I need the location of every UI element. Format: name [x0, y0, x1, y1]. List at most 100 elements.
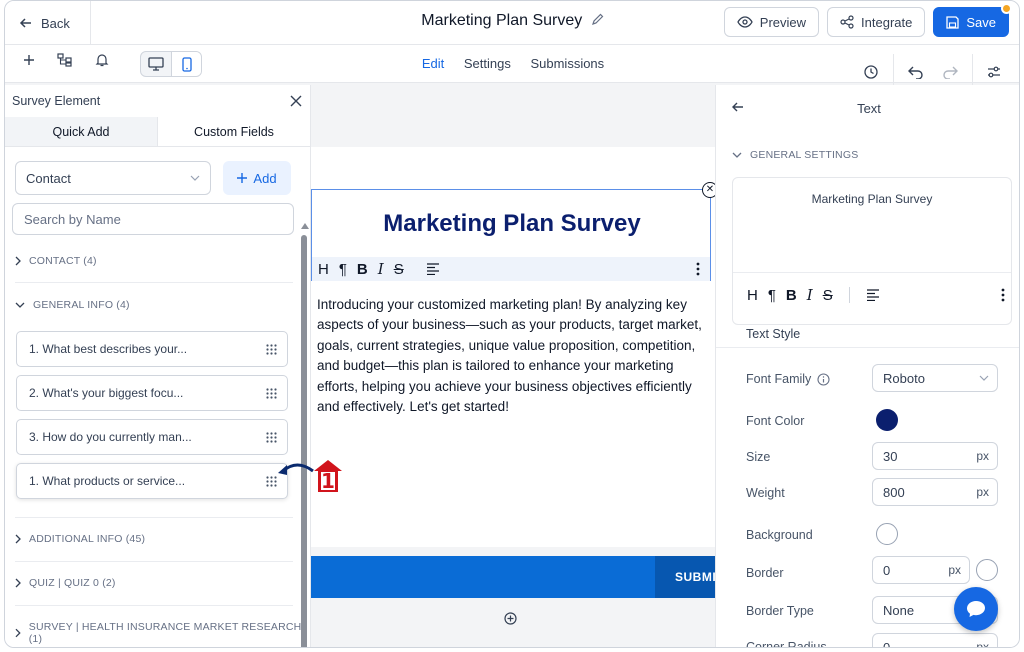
preview-button[interactable]: Preview: [723, 7, 820, 37]
integrate-button[interactable]: Integrate: [827, 7, 926, 37]
list-item[interactable]: 2. What's your biggest focu...: [16, 375, 288, 411]
font-family-select[interactable]: Roboto: [872, 364, 998, 392]
inline-format-toolbar: H ¶ B I S: [312, 257, 710, 281]
group-survey-health-insurance[interactable]: SURVEY | HEALTH INSURANCE MARKET RESEARC…: [15, 621, 305, 645]
form-canvas: Marketing Plan Survey H ¶ B I S ✕ Introd…: [311, 85, 715, 647]
chat-button[interactable]: [954, 587, 998, 631]
tab-submissions[interactable]: Submissions: [530, 56, 604, 71]
more-vertical-icon[interactable]: [1001, 288, 1005, 302]
tab-settings[interactable]: Settings: [464, 56, 511, 71]
close-icon[interactable]: [290, 95, 302, 107]
undo-icon[interactable]: [908, 65, 924, 79]
save-label: Save: [966, 14, 996, 30]
list-item[interactable]: 3. How do you currently man...: [16, 419, 288, 455]
plus-icon[interactable]: [23, 54, 35, 66]
add-field-button[interactable]: Add: [223, 161, 291, 195]
list-item[interactable]: 1. What best describes your...: [16, 331, 288, 367]
drag-handle-icon[interactable]: [266, 387, 277, 399]
page-title[interactable]: Marketing Plan Survey: [421, 12, 582, 29]
sliders-icon[interactable]: [987, 66, 1001, 78]
paragraph-button[interactable]: ¶: [768, 287, 776, 304]
bold-button[interactable]: B: [357, 261, 368, 278]
field-type-select[interactable]: Contact: [15, 161, 211, 195]
text-editor[interactable]: Marketing Plan Survey H ¶ B I S: [732, 177, 1012, 325]
corner-radius-input[interactable]: 0 px: [872, 633, 998, 648]
group-label: SURVEY | HEALTH INSURANCE MARKET RESEARC…: [28, 621, 302, 645]
strikethrough-button[interactable]: S: [823, 287, 833, 304]
weight-input[interactable]: 800 px: [872, 478, 998, 506]
border-label: Border: [746, 566, 784, 580]
layers-icon[interactable]: [57, 53, 73, 67]
history-icon[interactable]: [863, 64, 879, 80]
back-button[interactable]: Back: [5, 1, 91, 45]
strikethrough-button[interactable]: S: [394, 261, 404, 278]
tab-quick-add[interactable]: Quick Add: [5, 117, 157, 146]
title-text-element[interactable]: Marketing Plan Survey H ¶ B I S: [311, 189, 711, 281]
border-type-label: Border Type: [746, 604, 814, 618]
align-left-icon[interactable]: [426, 263, 440, 275]
general-settings-toggle[interactable]: GENERAL SETTINGS: [732, 149, 858, 161]
bell-icon[interactable]: [95, 53, 109, 67]
text-style-heading: Text Style: [746, 327, 801, 341]
italic-button[interactable]: I: [807, 286, 813, 304]
font-color-swatch[interactable]: [876, 409, 898, 431]
italic-button[interactable]: I: [378, 260, 384, 278]
annotation-badge: 1: [313, 459, 343, 493]
background-color-swatch[interactable]: [876, 523, 898, 545]
editor-content[interactable]: Marketing Plan Survey: [733, 192, 1011, 206]
chevron-down-icon: [979, 375, 989, 381]
add-row-icon[interactable]: [504, 612, 517, 625]
scrollbar-thumb[interactable]: [301, 235, 307, 647]
size-input[interactable]: 30 px: [872, 442, 998, 470]
background-label: Background: [746, 528, 813, 542]
chevron-down-icon: [732, 152, 742, 158]
remove-element-icon[interactable]: ✕: [702, 182, 715, 198]
chevron-right-icon: [15, 256, 21, 266]
tab-custom-fields[interactable]: Custom Fields: [157, 117, 310, 146]
group-quiz[interactable]: QUIZ | QUIZ 0 (2): [15, 577, 116, 589]
integrate-label: Integrate: [861, 14, 913, 30]
drag-handle-icon[interactable]: [266, 343, 277, 355]
search-input[interactable]: [12, 203, 294, 235]
chevron-right-icon: [15, 628, 21, 638]
paragraph-button[interactable]: ¶: [339, 261, 347, 278]
group-label: GENERAL INFO (4): [33, 299, 130, 311]
info-icon[interactable]: [817, 372, 830, 386]
tab-edit[interactable]: Edit: [422, 56, 444, 71]
arrow-left-icon: [19, 18, 31, 28]
list-item[interactable]: 1. What products or service...: [16, 463, 288, 499]
group-label: QUIZ | QUIZ 0 (2): [29, 577, 116, 589]
pencil-icon[interactable]: [591, 12, 605, 26]
more-vertical-icon[interactable]: [696, 262, 700, 276]
save-button[interactable]: Save: [933, 3, 1012, 37]
section-label: GENERAL SETTINGS: [750, 149, 859, 161]
border-input[interactable]: 0 px: [872, 556, 970, 584]
editor-format-toolbar: H ¶ B I S: [747, 286, 1005, 304]
weight-value: 800: [883, 484, 905, 500]
border-color-swatch[interactable]: [976, 559, 998, 581]
intro-paragraph[interactable]: Introducing your customized marketing pl…: [317, 295, 709, 417]
monitor-icon: [148, 57, 164, 71]
properties-panel: Text GENERAL SETTINGS Marketing Plan Sur…: [715, 85, 1019, 648]
unit-label: px: [948, 563, 961, 577]
scroll-up-arrow[interactable]: [301, 223, 309, 229]
notification-dot: [1001, 3, 1012, 14]
panel-title: Survey Element: [12, 94, 101, 108]
corner-radius-value: 0: [883, 639, 891, 648]
group-general-info[interactable]: GENERAL INFO (4): [15, 299, 130, 311]
group-contact[interactable]: CONTACT (4): [15, 255, 97, 267]
chevron-down-icon: [15, 302, 25, 308]
redo-icon[interactable]: [942, 65, 958, 79]
survey-title[interactable]: Marketing Plan Survey: [312, 210, 712, 238]
desktop-view-button[interactable]: [141, 52, 171, 76]
heading-button[interactable]: H: [747, 287, 758, 304]
drag-handle-icon[interactable]: [266, 431, 277, 443]
heading-button[interactable]: H: [318, 261, 329, 278]
mobile-view-button[interactable]: [171, 52, 201, 76]
chevron-right-icon: [15, 578, 21, 588]
group-additional-info[interactable]: ADDITIONAL INFO (45): [15, 533, 145, 545]
submit-button[interactable]: SUBMIT: [655, 556, 715, 598]
bold-button[interactable]: B: [786, 287, 797, 304]
align-left-icon[interactable]: [866, 289, 880, 301]
save-icon: [946, 15, 960, 29]
